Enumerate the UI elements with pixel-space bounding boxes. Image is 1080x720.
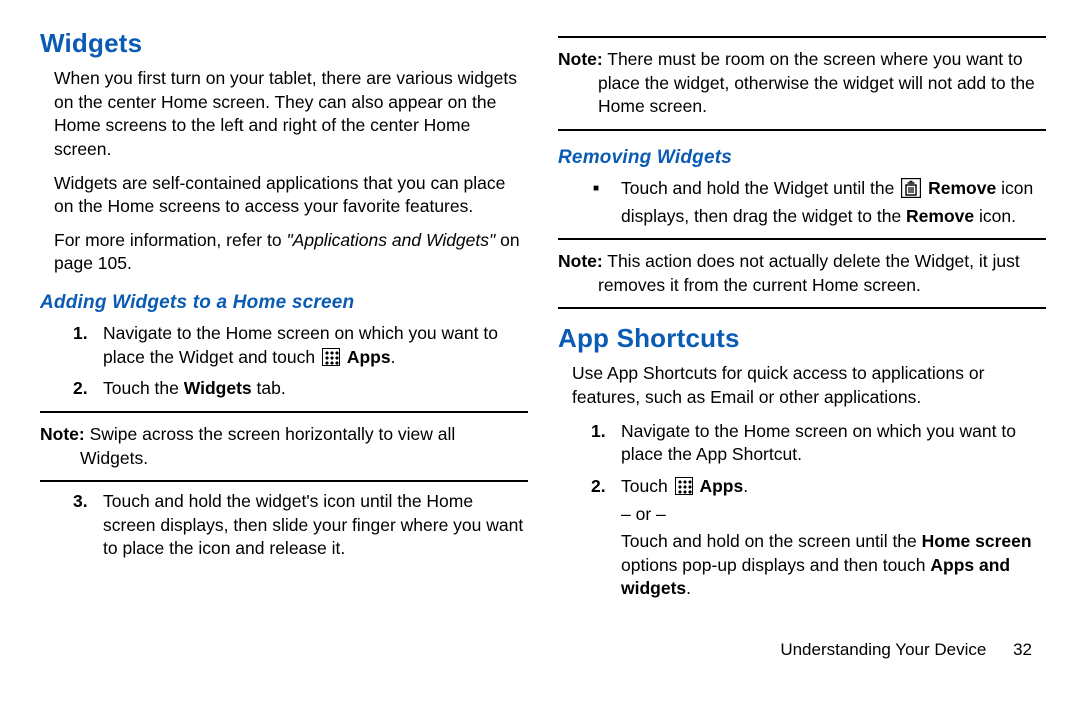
page-body: Widgets When you first turn on your tabl… [0,0,1080,640]
page-footer: Understanding Your Device 32 [0,640,1080,660]
subheading-removing-widgets: Removing Widgets [558,147,1046,169]
list-item: Touch and hold the Widget until the Remo… [615,177,1046,228]
subheading-adding-widgets: Adding Widgets to a Home screen [40,292,528,314]
list-item: Touch Apps. – or – Touch and hold on the… [615,475,1046,601]
para: Widgets are self-contained applications … [54,172,528,219]
list-item: Touch and hold the widget's icon until t… [97,490,528,561]
chapter-title: Understanding Your Device [780,640,986,659]
left-column: Widgets When you first turn on your tabl… [40,28,528,630]
crossref: "Applications and Widgets" [286,230,495,250]
steps-list: Navigate to the Home screen on which you… [590,420,1046,601]
text: Touch and hold on the screen until the H… [621,530,1046,601]
label-remove: Remove [928,178,996,198]
text: icon. [974,206,1016,226]
right-column: Note: There must be room on the screen w… [558,28,1046,630]
note: Note: Swipe across the screen horizontal… [40,423,528,470]
divider [558,238,1046,240]
bullet-list: Touch and hold the Widget until the Remo… [590,177,1046,228]
or-text: – or – [621,503,1046,527]
para: Use App Shortcuts for quick access to ap… [572,362,1046,409]
apps-icon [322,348,340,366]
text: For more information, refer to [54,230,286,250]
label-apps: Apps [347,347,391,367]
note: Note: This action does not actually dele… [558,250,1046,297]
divider [40,480,528,482]
remove-icon [901,178,921,205]
text: Touch and hold the Widget until the [621,178,899,198]
heading-widgets: Widgets [40,28,528,59]
note-text: This action does not actually delete the… [598,251,1020,295]
label-remove: Remove [906,206,974,226]
steps-list: Navigate to the Home screen on which you… [72,322,528,401]
apps-icon [675,477,693,495]
para: When you first turn on your tablet, ther… [54,67,528,162]
note-text: There must be room on the screen where y… [598,49,1035,116]
note-label: Note: [558,49,603,69]
heading-app-shortcuts: App Shortcuts [558,323,1046,354]
text: . [391,347,396,367]
text: options pop-up displays and then touch [621,555,930,575]
note: Note: There must be room on the screen w… [558,48,1046,119]
label-apps: Apps [699,476,743,496]
note-label: Note: [558,251,603,271]
note-label: Note: [40,424,85,444]
para: For more information, refer to "Applicat… [54,229,528,276]
label-home-screen: Home screen [922,531,1032,551]
note-text: Swipe across the screen horizontally to … [80,424,455,468]
text: . [743,476,748,496]
label-widgets: Widgets [184,378,252,398]
divider [558,307,1046,309]
list-item: Touch the Widgets tab. [97,377,528,401]
list-item: Navigate to the Home screen on which you… [97,322,528,369]
text: Touch [621,476,673,496]
divider [558,36,1046,38]
text: tab. [252,378,286,398]
page-number: 32 [1013,640,1032,660]
text: Navigate to the Home screen on which you… [103,323,498,367]
divider [558,129,1046,131]
text: Touch the [103,378,184,398]
text: . [686,578,691,598]
divider [40,411,528,413]
text: Touch and hold on the screen until the [621,531,922,551]
steps-list: Touch and hold the widget's icon until t… [72,490,528,561]
list-item: Navigate to the Home screen on which you… [615,420,1046,467]
